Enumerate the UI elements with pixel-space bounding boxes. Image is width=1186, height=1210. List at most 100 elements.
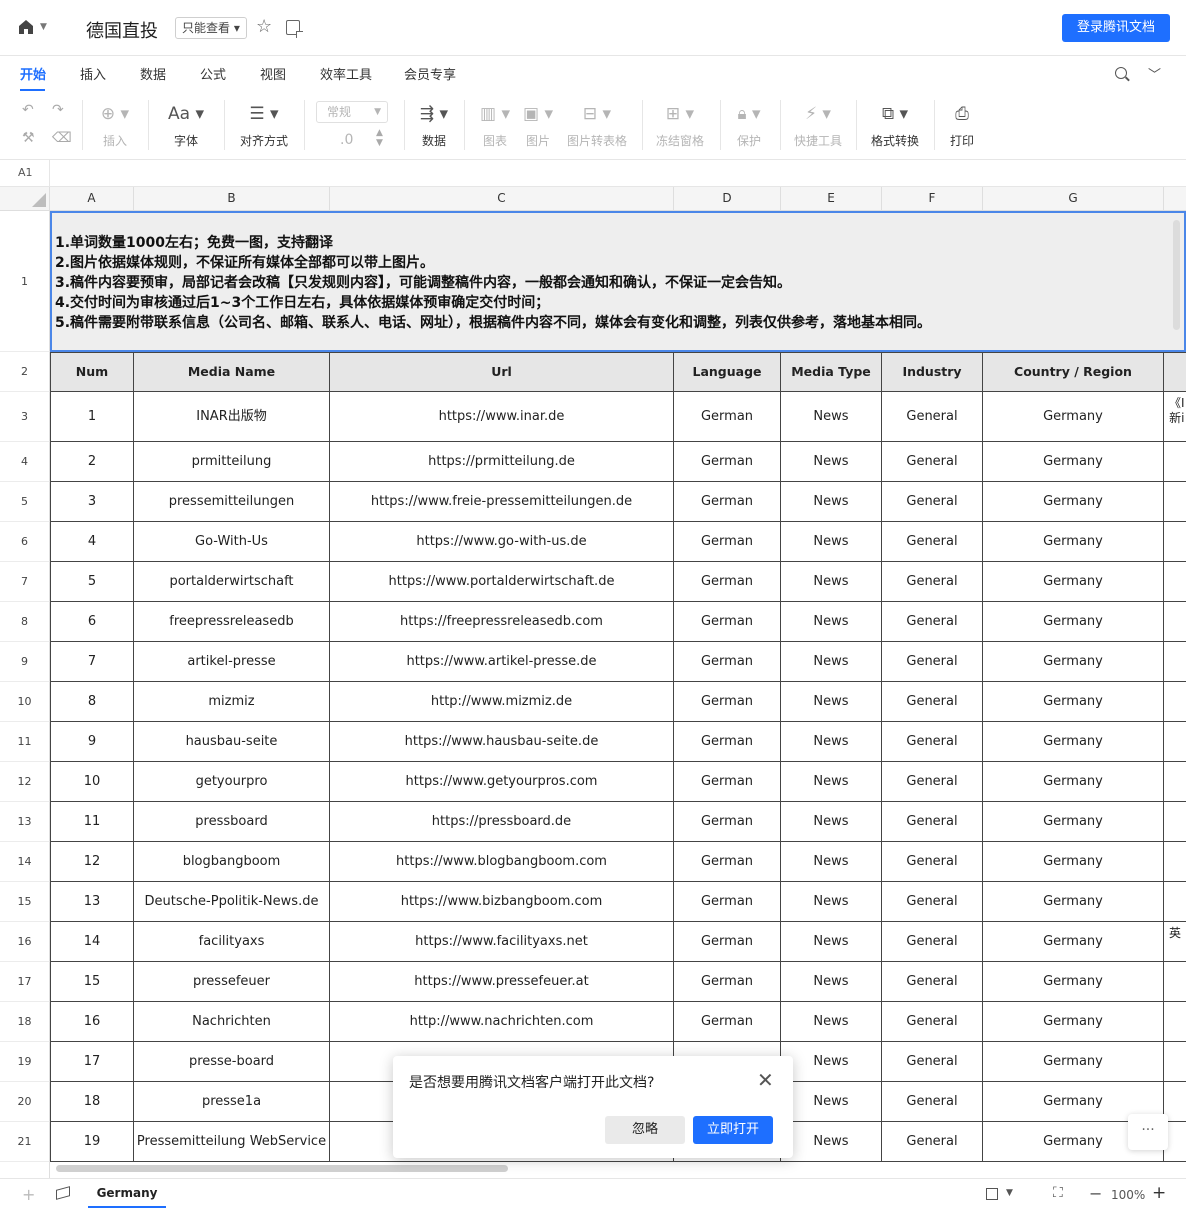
- table-cell-industry[interactable]: General: [882, 642, 983, 682]
- open-now-button[interactable]: 立即打开: [693, 1116, 773, 1144]
- table-header-cell[interactable]: Country / Region: [983, 352, 1164, 392]
- table-cell-industry[interactable]: General: [882, 842, 983, 882]
- table-cell-language[interactable]: German: [674, 642, 781, 682]
- table-header-cell[interactable]: Industry: [882, 352, 983, 392]
- decimal-stepper[interactable]: .0: [340, 132, 353, 148]
- undo-icon[interactable]: ↶: [22, 102, 34, 118]
- freeze-panes-button[interactable]: ⊞ ▾ 冻结窗格: [652, 92, 708, 160]
- more-options-button[interactable]: ···: [1128, 1114, 1168, 1150]
- table-cell-media-type[interactable]: News: [781, 962, 882, 1002]
- row-header[interactable]: 7: [0, 562, 50, 602]
- star-icon[interactable]: ☆: [256, 16, 272, 37]
- table-cell-industry[interactable]: General: [882, 1122, 983, 1162]
- table-cell-media-name[interactable]: Deutsche-Ppolitik-News.de: [134, 882, 330, 922]
- table-cell-url[interactable]: https://freepressreleasedb.com: [330, 602, 674, 642]
- table-cell-media-name[interactable]: facilityaxs: [134, 922, 330, 962]
- column-header-a[interactable]: A: [50, 187, 134, 211]
- table-cell-media-name[interactable]: Go-With-Us: [134, 522, 330, 562]
- table-cell-country[interactable]: Germany: [983, 602, 1164, 642]
- table-cell-num[interactable]: 6: [50, 602, 134, 642]
- column-header-d[interactable]: D: [674, 187, 781, 211]
- table-cell-num[interactable]: 16: [50, 1002, 134, 1042]
- table-cell-country[interactable]: Germany: [983, 762, 1164, 802]
- table-cell-media-name[interactable]: Nachrichten: [134, 1002, 330, 1042]
- table-cell-extra[interactable]: [1164, 842, 1186, 882]
- cell-scrollbar[interactable]: [1173, 220, 1180, 330]
- table-cell-country[interactable]: Germany: [983, 802, 1164, 842]
- table-cell-media-type[interactable]: News: [781, 722, 882, 762]
- row-header[interactable]: 10: [0, 682, 50, 722]
- table-cell-industry[interactable]: General: [882, 442, 983, 482]
- table-cell-media-type[interactable]: News: [781, 802, 882, 842]
- table-cell-language[interactable]: German: [674, 922, 781, 962]
- row-header[interactable]: 12: [0, 762, 50, 802]
- quick-tools-button[interactable]: ⚡︎ ▾ 快捷工具: [790, 92, 846, 160]
- table-cell-language[interactable]: German: [674, 842, 781, 882]
- row-header[interactable]: 15: [0, 882, 50, 922]
- table-cell-language[interactable]: German: [674, 442, 781, 482]
- table-cell-industry[interactable]: General: [882, 482, 983, 522]
- table-cell-num[interactable]: 10: [50, 762, 134, 802]
- search-icon[interactable]: [1115, 67, 1127, 79]
- table-cell-num[interactable]: 9: [50, 722, 134, 762]
- tab-member[interactable]: 会员专享: [404, 64, 456, 83]
- table-cell-industry[interactable]: General: [882, 802, 983, 842]
- table-cell-url[interactable]: https://www.hausbau-seite.de: [330, 722, 674, 762]
- table-cell-media-name[interactable]: artikel-presse: [134, 642, 330, 682]
- row-header[interactable]: 2: [0, 352, 50, 392]
- row-header[interactable]: 16: [0, 922, 50, 962]
- table-cell-num[interactable]: 17: [50, 1042, 134, 1082]
- table-cell-extra[interactable]: [1164, 642, 1186, 682]
- data-button[interactable]: ⇶ ▾ 数据: [414, 92, 454, 160]
- table-cell-industry[interactable]: General: [882, 882, 983, 922]
- add-note-icon[interactable]: [286, 20, 303, 38]
- ignore-button[interactable]: 忽略: [605, 1116, 685, 1144]
- sheet-list-icon[interactable]: [56, 1186, 70, 1200]
- table-cell-media-name[interactable]: prmitteilung: [134, 442, 330, 482]
- table-cell-country[interactable]: Germany: [983, 442, 1164, 482]
- table-cell-media-name[interactable]: freepressreleasedb: [134, 602, 330, 642]
- table-cell-media-type[interactable]: News: [781, 392, 882, 442]
- table-cell-num[interactable]: 1: [50, 392, 134, 442]
- table-cell-industry[interactable]: General: [882, 962, 983, 1002]
- table-cell-media-type[interactable]: News: [781, 522, 882, 562]
- table-cell-industry[interactable]: General: [882, 762, 983, 802]
- tab-start[interactable]: 开始: [20, 64, 46, 83]
- table-cell-industry[interactable]: General: [882, 922, 983, 962]
- image-button[interactable]: ▣ ▾ 图片: [518, 92, 558, 160]
- zoom-out-icon[interactable]: −: [1089, 1184, 1102, 1203]
- table-cell-extra[interactable]: 英: [1164, 922, 1186, 962]
- table-cell-num[interactable]: 5: [50, 562, 134, 602]
- table-cell-extra[interactable]: [1164, 602, 1186, 642]
- view-mode-caret-icon[interactable]: ▼: [1006, 1188, 1013, 1198]
- doc-title[interactable]: 德国直投: [86, 17, 158, 43]
- table-cell-media-type[interactable]: News: [781, 562, 882, 602]
- table-cell-country[interactable]: Germany: [983, 642, 1164, 682]
- table-cell-language[interactable]: German: [674, 762, 781, 802]
- table-cell-industry[interactable]: General: [882, 392, 983, 442]
- table-cell-media-type[interactable]: News: [781, 762, 882, 802]
- table-cell-media-type[interactable]: News: [781, 682, 882, 722]
- table-cell-media-name[interactable]: presse-board: [134, 1042, 330, 1082]
- column-header-e[interactable]: E: [781, 187, 882, 211]
- table-cell-url[interactable]: https://www.blogbangboom.com: [330, 842, 674, 882]
- row-header[interactable]: 11: [0, 722, 50, 762]
- table-cell-url[interactable]: https://www.bizbangboom.com: [330, 882, 674, 922]
- table-header-cell[interactable]: Media Name: [134, 352, 330, 392]
- table-cell-num[interactable]: 12: [50, 842, 134, 882]
- align-button[interactable]: ☰ ▾ 对齐方式: [236, 92, 292, 160]
- table-cell-language[interactable]: German: [674, 392, 781, 442]
- table-cell-industry[interactable]: General: [882, 522, 983, 562]
- table-cell-media-type[interactable]: News: [781, 642, 882, 682]
- column-header-h[interactable]: [1164, 187, 1186, 211]
- column-header-b[interactable]: B: [134, 187, 330, 211]
- table-cell-media-name[interactable]: getyourpro: [134, 762, 330, 802]
- table-header-cell[interactable]: [1164, 352, 1186, 392]
- table-cell-media-type[interactable]: News: [781, 842, 882, 882]
- table-cell-url[interactable]: https://www.freie-pressemitteilungen.de: [330, 482, 674, 522]
- notice-cell[interactable]: 1.单词数量1000左右；免费一图，支持翻译 2.图片依据媒体规则，不保证所有媒…: [50, 211, 1186, 352]
- zoom-level[interactable]: 100%: [1111, 1188, 1145, 1202]
- table-cell-media-type[interactable]: News: [781, 1082, 882, 1122]
- table-cell-extra[interactable]: [1164, 522, 1186, 562]
- fullscreen-icon[interactable]: ⛶: [1053, 1185, 1063, 1201]
